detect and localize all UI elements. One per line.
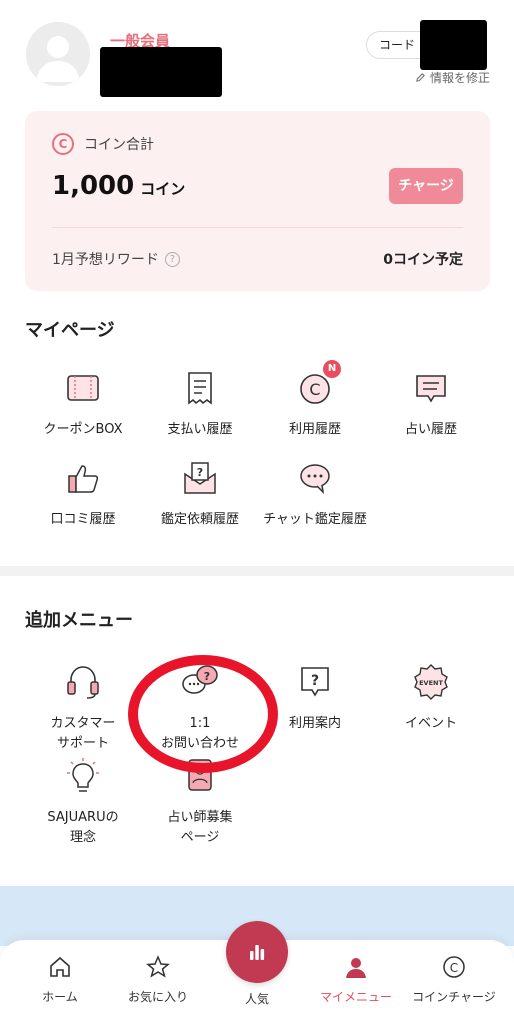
bar-chart-icon [250, 945, 265, 960]
recruit-label-line2: ページ [180, 830, 220, 845]
tab-my-menu-label: マイメニュー [319, 990, 392, 1004]
chat-appraisal-history-label: チャット鑑定履歴 [263, 512, 367, 527]
edit-profile-link[interactable]: 情報を修正 [415, 69, 490, 86]
chat-appraisal-history-item[interactable]: チャット鑑定履歴 [255, 458, 375, 530]
tab-coin-charge[interactable]: C コインチャージ [404, 954, 504, 1005]
usage-history-label: 利用履歴 [288, 422, 341, 437]
svg-text:?: ? [311, 673, 319, 689]
chat-list-icon [411, 368, 451, 408]
thumbs-up-icon [63, 458, 103, 498]
usage-guide-item[interactable]: ? 利用案内 [255, 662, 375, 734]
event-label: イベント [404, 716, 457, 731]
review-history-item[interactable]: 口コミ履歴 [23, 458, 143, 530]
question-envelope-icon: ? [180, 458, 220, 498]
event-badge-icon: EVENT [411, 662, 451, 702]
appraisal-request-history-label: 鑑定依頼履歴 [160, 512, 239, 527]
coin-history-icon: C N [295, 360, 341, 408]
philosophy-label-line1: SAJUARUの [47, 810, 119, 825]
customer-support-label-line2: サポート [56, 736, 109, 751]
coupon-box-item[interactable]: クーポンBOX [23, 368, 143, 440]
my-page-screen: 一般会員 コード 情報を修正 C コイン合計 1,000 コイン チャージ 1月… [0, 0, 514, 1024]
reward-value: 0コイン予定 [383, 252, 463, 268]
usage-guide-label: 利用案内 [288, 716, 341, 731]
tab-popular[interactable] [226, 921, 288, 983]
one-on-one-inquiry-label-line1: 1:1 [189, 716, 211, 731]
reward-label: 1月予想リワード [52, 252, 159, 268]
customer-support-item[interactable]: カスタマー サポート [23, 662, 143, 754]
help-icon[interactable]: ? [164, 251, 180, 267]
reward-row: 1月予想リワード ? [52, 249, 180, 269]
tab-popular-label: 人気 [244, 992, 269, 1006]
fortune-history-item[interactable]: 占い履歴 [371, 368, 491, 440]
event-badge-text: EVENT [419, 679, 443, 687]
philosophy-label: SAJUARUの 理念 [23, 808, 143, 848]
coin-total-header: C コイン合計 [52, 133, 154, 155]
tab-home-label: ホーム [42, 990, 78, 1004]
svg-text:C: C [450, 961, 458, 975]
section-divider [0, 566, 514, 576]
tab-favorites[interactable]: お気に入り [108, 954, 208, 1005]
question-bubble-icon: ? [295, 662, 335, 702]
coin-amount-unit: コイン [140, 180, 186, 198]
extra-menu-section-title: 追加メニュー [25, 610, 133, 631]
coin-summary-card: C コイン合計 1,000 コイン チャージ 1月予想リワード ? 0コイン予定 [25, 111, 490, 291]
redacted-code [420, 20, 487, 70]
svg-text:?: ? [204, 670, 210, 683]
one-on-one-inquiry-label: 1:1 お問い合わせ [140, 714, 260, 754]
philosophy-label-line2: 理念 [69, 830, 96, 845]
one-on-one-inquiry-label-line2: お問い合わせ [160, 736, 239, 751]
fortune-history-label: 占い履歴 [404, 422, 457, 437]
customer-support-label-line1: カスタマー [50, 716, 116, 731]
inquiry-bubbles-icon: ? [180, 662, 220, 702]
recruit-label-line1: 占い師募集 [167, 810, 233, 825]
svg-text:?: ? [197, 466, 203, 479]
customer-support-label: カスタマー サポート [23, 714, 143, 754]
svg-text:C: C [309, 380, 320, 399]
recruit-icon [180, 756, 220, 796]
receipt-icon [180, 368, 220, 408]
usage-history-item[interactable]: C N 利用履歴 [255, 360, 375, 440]
charge-button[interactable]: チャージ [389, 168, 463, 204]
tab-home[interactable]: ホーム [10, 954, 110, 1005]
person-icon [346, 958, 366, 978]
coin-icon: C [52, 133, 74, 155]
home-icon [50, 956, 70, 977]
tab-coin-charge-label: コインチャージ [412, 990, 496, 1004]
coin-amount-value: 1,000 [52, 171, 135, 201]
tab-favorites-label: お気に入り [127, 990, 188, 1004]
event-item[interactable]: EVENT イベント [371, 662, 491, 734]
payment-history-label: 支払い履歴 [167, 422, 233, 437]
coupon-box-label: クーポンBOX [43, 422, 123, 437]
coin-icon: C [443, 956, 465, 978]
ticket-icon [63, 368, 103, 408]
tab-my-menu[interactable]: マイメニュー [306, 954, 406, 1005]
one-on-one-inquiry-item[interactable]: ? 1:1 お問い合わせ [140, 662, 260, 754]
coin-total-label: コイン合計 [84, 137, 154, 153]
recruit-label: 占い師募集 ページ [140, 808, 260, 848]
coin-amount: 1,000 コイン [52, 171, 185, 201]
star-icon [146, 955, 170, 978]
new-badge: N [323, 360, 341, 378]
avatar[interactable] [26, 22, 90, 86]
appraisal-request-history-item[interactable]: ? 鑑定依頼履歴 [140, 458, 260, 530]
edit-profile-label: 情報を修正 [429, 71, 490, 85]
coin-divider [52, 227, 463, 228]
headset-icon [63, 662, 103, 702]
philosophy-item[interactable]: SAJUARUの 理念 [23, 756, 143, 848]
recruit-item[interactable]: 占い師募集 ページ [140, 756, 260, 848]
redacted-username [100, 47, 222, 97]
review-history-label: 口コミ履歴 [50, 512, 116, 527]
user-silhouette-icon [26, 22, 90, 86]
mypage-section-title: マイページ [25, 320, 115, 341]
pencil-icon [416, 73, 425, 82]
lightbulb-icon [63, 756, 103, 796]
payment-history-item[interactable]: 支払い履歴 [140, 368, 260, 440]
chat-bubbles-icon [295, 458, 335, 498]
